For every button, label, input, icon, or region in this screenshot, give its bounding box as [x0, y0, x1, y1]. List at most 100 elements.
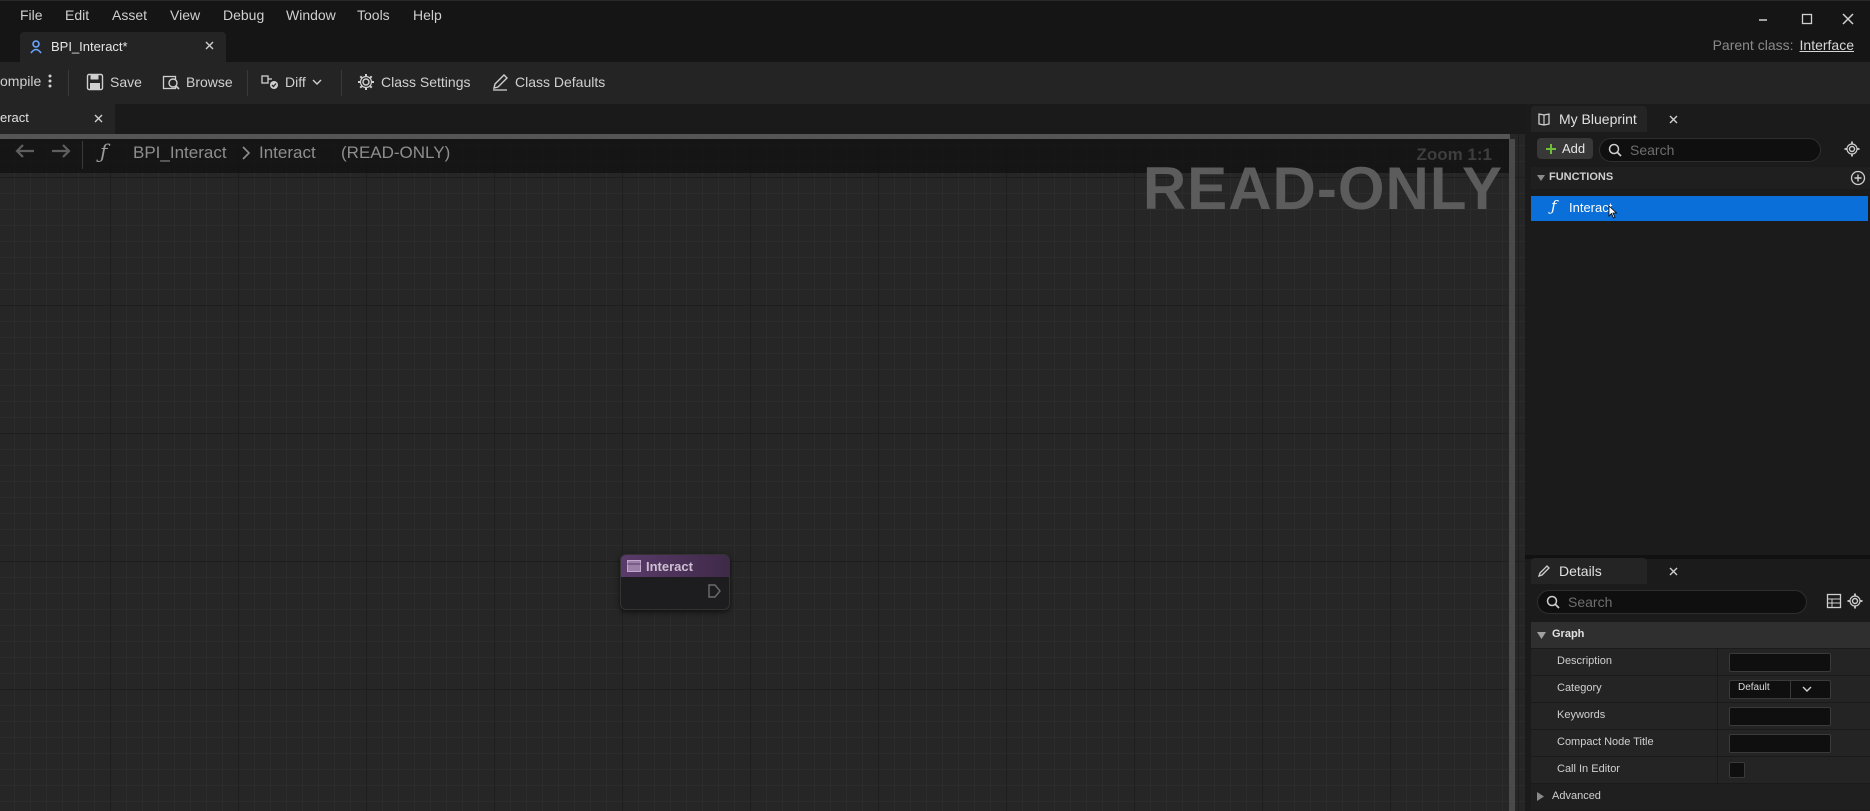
compact-node-title-field[interactable]	[1729, 734, 1831, 753]
readonly-tag: (READ-ONLY)	[341, 143, 451, 162]
details-search[interactable]: Search	[1537, 590, 1807, 614]
diff-icon	[261, 73, 279, 91]
minimize-icon[interactable]	[1756, 12, 1770, 26]
search-icon	[1546, 595, 1560, 609]
toolbar: ompile Save Browse Diff Class Settings C…	[0, 62, 1870, 104]
my-blueprint-tab[interactable]: My Blueprint	[1531, 106, 1647, 132]
pencil-icon	[491, 73, 509, 91]
add-button[interactable]: Add	[1537, 138, 1593, 159]
parent-class-link[interactable]: Interface	[1800, 37, 1854, 53]
menu-help[interactable]: Help	[413, 7, 442, 23]
function-entry-icon	[627, 560, 641, 572]
triangle-down-icon	[1537, 175, 1545, 181]
class-defaults-button[interactable]: Class Defaults	[491, 73, 605, 91]
call-in-editor-checkbox[interactable]	[1729, 762, 1745, 778]
function-icon: ƒ	[100, 139, 108, 163]
graph-border	[1509, 139, 1515, 811]
back-arrow-icon[interactable]	[14, 142, 36, 160]
maximize-icon[interactable]	[1800, 12, 1814, 26]
functions-category[interactable]: FUNCTIONS	[1531, 167, 1870, 189]
graph-section-title: Graph	[1552, 628, 1585, 640]
close-tab-icon[interactable]	[204, 38, 216, 52]
chevron-down-icon	[312, 78, 322, 86]
advanced-row[interactable]: Advanced	[1531, 784, 1870, 811]
browse-label: Browse	[186, 74, 233, 90]
diff-button[interactable]: Diff	[261, 73, 322, 91]
book-icon	[1537, 112, 1551, 126]
node-title: Interact	[646, 558, 693, 574]
description-label: Description	[1557, 655, 1613, 667]
function-item-label: Interact	[1569, 200, 1613, 215]
graph-canvas[interactable]: ƒ BPI_Interact Interact (READ-ONLY) Zoom…	[0, 134, 1525, 811]
table-view-icon[interactable]	[1826, 593, 1842, 609]
search-placeholder: Search	[1568, 594, 1613, 610]
compile-options-icon[interactable]	[47, 73, 53, 89]
exec-pin-icon[interactable]	[707, 584, 721, 598]
keywords-field[interactable]	[1729, 707, 1831, 726]
menu-asset[interactable]: Asset	[112, 7, 147, 23]
row-divider	[1717, 730, 1718, 756]
category-label: Category	[1557, 682, 1602, 694]
my-blueprint-search[interactable]: Search	[1599, 138, 1821, 162]
close-panel-icon[interactable]	[1668, 112, 1680, 126]
function-entry-node[interactable]: Interact	[620, 554, 730, 610]
category-row: Category Default	[1531, 676, 1870, 703]
my-blueprint-title: My Blueprint	[1559, 111, 1637, 127]
menu-view[interactable]: View	[170, 7, 200, 23]
document-tab[interactable]: BPI_Interact*	[20, 32, 226, 62]
add-label: Add	[1562, 141, 1586, 156]
compile-label: ompile	[0, 73, 42, 89]
triangle-down-icon	[1537, 632, 1546, 639]
row-divider	[1717, 676, 1718, 702]
save-label: Save	[110, 74, 142, 90]
close-tab-icon[interactable]	[93, 111, 105, 125]
browse-button[interactable]: Browse	[162, 73, 233, 91]
toolbar-divider	[341, 70, 342, 96]
close-window-icon[interactable]	[1841, 12, 1855, 26]
compile-button[interactable]: ompile	[0, 73, 53, 89]
node-header: Interact	[621, 555, 729, 577]
settings-gear-icon[interactable]	[1844, 141, 1860, 157]
browse-icon	[162, 73, 180, 91]
settings-gear-icon[interactable]	[1847, 593, 1863, 609]
save-icon	[86, 73, 104, 91]
right-panel: My Blueprint Add Search FUNCTIONS ƒ Inte…	[1525, 104, 1870, 811]
functions-header: FUNCTIONS	[1549, 171, 1614, 183]
description-row: Description	[1531, 649, 1870, 676]
graph-section-header[interactable]: Graph	[1531, 622, 1870, 648]
add-function-icon[interactable]	[1850, 170, 1866, 186]
compact-node-title-row: Compact Node Title	[1531, 730, 1870, 757]
function-item-interact[interactable]: ƒ Interact	[1531, 196, 1868, 221]
menu-edit[interactable]: Edit	[65, 7, 89, 23]
class-settings-label: Class Settings	[381, 74, 471, 90]
call-in-editor-label: Call In Editor	[1557, 763, 1620, 775]
class-settings-button[interactable]: Class Settings	[357, 73, 470, 91]
gear-icon	[357, 73, 375, 91]
category-dropdown[interactable]: Default	[1729, 680, 1831, 699]
graph-tab-label: eract	[0, 110, 29, 125]
forward-arrow-icon[interactable]	[50, 142, 72, 160]
breadcrumb-divider	[82, 141, 83, 169]
menu-tools[interactable]: Tools	[357, 7, 390, 23]
details-tab[interactable]: Details	[1531, 558, 1647, 584]
menu-debug[interactable]: Debug	[223, 7, 264, 23]
save-button[interactable]: Save	[86, 73, 142, 91]
graph-tab[interactable]: eract	[0, 104, 115, 134]
breadcrumb-root[interactable]: BPI_Interact	[133, 143, 227, 163]
menu-bar: File Edit Asset View Debug Window Tools …	[0, 0, 1870, 29]
toolbar-divider	[68, 70, 69, 96]
row-divider	[1717, 757, 1718, 783]
plus-icon	[1545, 143, 1557, 155]
diff-label: Diff	[285, 74, 306, 90]
function-icon: ƒ	[1551, 197, 1557, 215]
menu-file[interactable]: File	[20, 7, 43, 23]
class-defaults-label: Class Defaults	[515, 74, 606, 90]
graph-tab-row: eract	[0, 104, 1525, 134]
category-value: Default	[1738, 682, 1770, 693]
toolbar-divider	[247, 70, 248, 96]
close-panel-icon[interactable]	[1668, 564, 1680, 578]
blueprint-interface-icon	[28, 39, 44, 55]
keywords-row: Keywords	[1531, 703, 1870, 730]
menu-window[interactable]: Window	[286, 7, 336, 23]
description-field[interactable]	[1729, 653, 1831, 672]
